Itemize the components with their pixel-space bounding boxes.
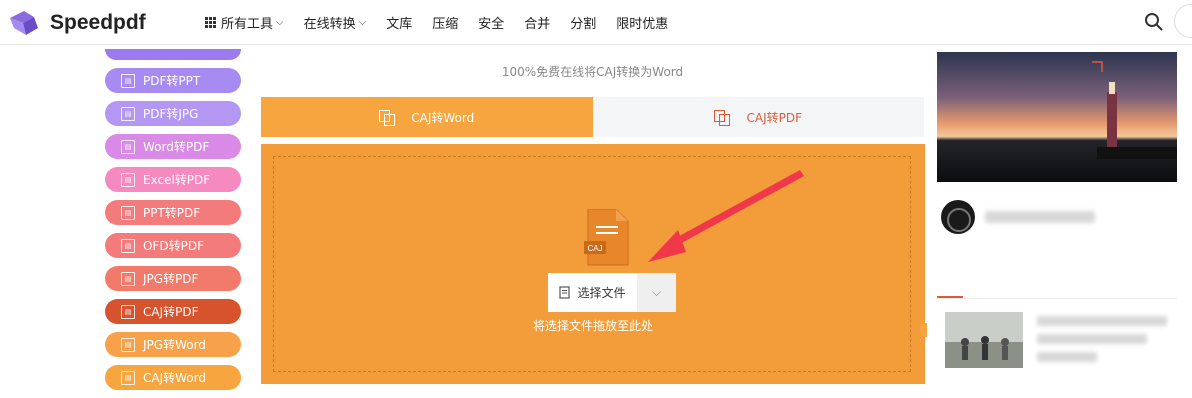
sidebar-item-word-to-pdf[interactable]: ▤ Word转PDF	[105, 134, 241, 159]
author-name	[985, 211, 1095, 223]
nav-label: 限时优惠	[616, 17, 669, 32]
document-icon	[559, 286, 571, 299]
choose-file-label: 选择文件	[577, 286, 626, 300]
nav-promo[interactable]: 限时优惠	[616, 13, 668, 32]
tab-label: CAJ转PDF	[746, 110, 802, 125]
search-icon	[1145, 13, 1163, 31]
sidebar-item-label: CAJ转Word	[143, 371, 206, 385]
nav-all-tools[interactable]: 所有工具 ⌵	[205, 13, 284, 32]
recommend-title	[937, 276, 952, 290]
choose-file-group: 选择文件 ⌵	[548, 273, 676, 312]
tool-sidebar: ▤ PDF转PPT ▤ PDF转JPG ▤ Word转PDF ▤ Excel转PDF ▤…	[105, 49, 241, 398]
nav-label: 所有工具	[221, 17, 274, 32]
nav-online-convert[interactable]: 在线转换 ⌵	[304, 13, 367, 32]
nav-library[interactable]: 文库	[386, 13, 412, 32]
file-convert-icon: ▤	[121, 271, 135, 286]
nav-label: 分割	[570, 17, 597, 32]
sidebar-item-label: PDF转JPG	[143, 107, 199, 121]
sidebar-item-caj-to-pdf[interactable]: ▤ CAJ转PDF	[105, 299, 241, 324]
sidebar-item-label: CAJ转PDF	[143, 305, 199, 319]
article-title-line	[1037, 316, 1167, 326]
tab-caj-to-word[interactable]: CAJ转Word	[261, 97, 593, 137]
page-subtitle: 100%免费在线将CAJ转换为Word	[501, 65, 684, 79]
sidebar-item-label: JPG转PDF	[143, 272, 199, 286]
logo[interactable]: Speedpdf	[8, 8, 146, 38]
sidebar-item[interactable]	[105, 49, 241, 60]
file-convert-icon: ▤	[121, 304, 135, 319]
sidebar-item-label: JPG转Word	[143, 338, 206, 352]
sidebar-item-pdf-to-jpg[interactable]: ▤ PDF转JPG	[105, 101, 241, 126]
upload-area[interactable]: CAJ 选择文件 ⌵ 将选择文件拖放至此处	[261, 144, 925, 384]
author-avatar	[941, 200, 975, 234]
sidebar-item-pdf-to-ppt[interactable]: ▤ PDF转PPT	[105, 68, 241, 93]
sidebar-item-label: OFD转PDF	[143, 239, 204, 253]
chevron-down-icon: ⌵	[651, 285, 662, 299]
sidebar-item-excel-to-pdf[interactable]: ▤ Excel转PDF	[105, 167, 241, 192]
file-convert-icon: ▤	[121, 172, 135, 187]
sidebar-item-label: PPT转PDF	[143, 206, 201, 220]
file-convert-icon	[714, 110, 731, 126]
author-card[interactable]	[941, 200, 1095, 234]
article-title-line	[1037, 334, 1147, 344]
sidebar-item-jpg-to-word[interactable]: ▤ JPG转Word	[105, 332, 241, 357]
banner-image[interactable]	[937, 52, 1177, 182]
top-header: Speedpdf 所有工具 ⌵ 在线转换 ⌵ 文库 压缩 安全 合并 分割 限时…	[0, 0, 1192, 45]
nav-split[interactable]: 分割	[570, 13, 596, 32]
main-nav: 所有工具 ⌵ 在线转换 ⌵ 文库 压缩 安全 合并 分割 限时优惠	[205, 13, 688, 32]
sidebar-item-ofd-to-pdf[interactable]: ▤ OFD转PDF	[105, 233, 241, 258]
file-convert-icon: ▤	[121, 205, 135, 220]
article-card[interactable]	[945, 312, 1177, 382]
user-avatar[interactable]	[1174, 4, 1192, 38]
file-convert-icon: ▤	[121, 337, 135, 352]
caj-file-icon: CAJ	[584, 209, 629, 266]
tab-label: CAJ转Word	[411, 110, 475, 125]
grid-icon	[205, 17, 216, 28]
nav-security[interactable]: 安全	[478, 13, 504, 32]
nav-label: 压缩	[432, 17, 459, 32]
sidebar-item-label: Excel转PDF	[143, 173, 211, 187]
sidebar-item-caj-to-word[interactable]: ▤ CAJ转Word	[105, 365, 241, 390]
dropzone[interactable]: CAJ 选择文件 ⌵ 将选择文件拖放至此处	[273, 156, 911, 372]
sidebar-item-jpg-to-pdf[interactable]: ▤ JPG转PDF	[105, 266, 241, 291]
caj-badge-text: CAJ	[587, 244, 602, 253]
nav-label: 合并	[524, 17, 551, 32]
conversion-tabs: CAJ转Word CAJ转PDF	[261, 97, 924, 137]
source-dropdown-button[interactable]: ⌵	[637, 273, 676, 312]
file-convert-icon: ▤	[121, 370, 135, 385]
logo-text: Speedpdf	[50, 11, 146, 34]
tab-caj-to-pdf[interactable]: CAJ转PDF	[592, 97, 924, 137]
tab-underline	[937, 296, 963, 298]
article-thumbnail	[945, 312, 1023, 368]
article-meta	[1037, 352, 1097, 362]
nav-label: 在线转换	[303, 17, 356, 32]
nav-label: 文库	[386, 17, 413, 32]
file-convert-icon: ▤	[121, 73, 135, 88]
drop-hint: 将选择文件拖放至此处	[532, 319, 653, 333]
nav-label: 安全	[478, 17, 505, 32]
sidebar-item-ppt-to-pdf[interactable]: ▤ PPT转PDF	[105, 200, 241, 225]
file-convert-icon	[379, 110, 396, 126]
nav-merge[interactable]: 合并	[524, 13, 550, 32]
file-convert-icon: ▤	[121, 139, 135, 154]
chevron-down-icon: ⌵	[358, 17, 367, 28]
nav-compress[interactable]: 压缩	[432, 13, 458, 32]
logo-icon	[10, 11, 38, 35]
recommend-header	[937, 274, 1177, 299]
chevron-down-icon: ⌵	[276, 17, 284, 28]
choose-file-button[interactable]: 选择文件	[548, 273, 637, 312]
search-button[interactable]	[1144, 12, 1164, 36]
sidebar-item-label: Word转PDF	[143, 140, 210, 154]
file-convert-icon: ▤	[121, 106, 135, 121]
sidebar-item-label: PDF转PPT	[143, 74, 201, 88]
panel-toggle-handle[interactable]	[920, 323, 927, 337]
file-convert-icon: ▤	[121, 238, 135, 253]
